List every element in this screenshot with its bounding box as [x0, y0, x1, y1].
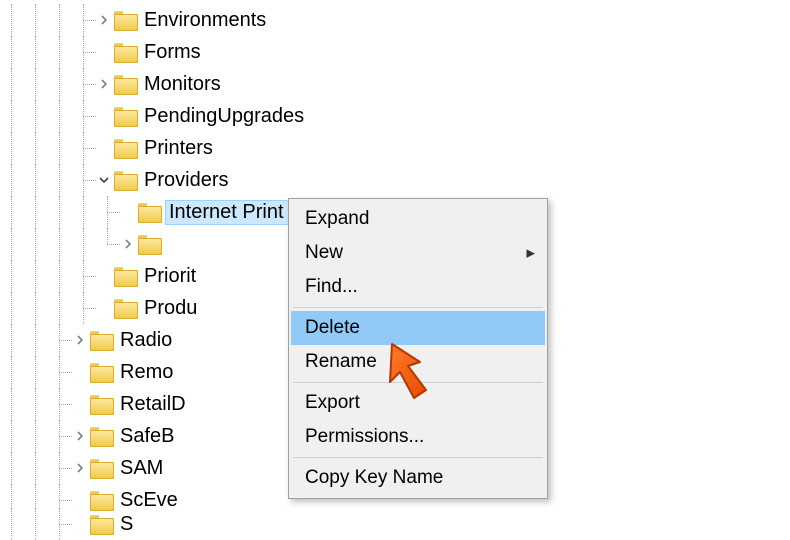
tree-item[interactable]: S: [0, 516, 790, 532]
folder-icon: [90, 515, 112, 533]
tree-item-label: Forms: [144, 41, 201, 64]
menu-item-expand[interactable]: Expand: [291, 202, 545, 236]
menu-item-find[interactable]: Find...: [291, 270, 545, 304]
chevron-right-icon[interactable]: [96, 76, 112, 92]
chevron-right-icon: [72, 396, 88, 412]
folder-icon: [138, 203, 160, 221]
chevron-right-icon: [96, 108, 112, 124]
menu-item-label: Delete: [305, 317, 360, 338]
menu-item-label: Copy Key Name: [305, 467, 443, 488]
context-menu: Expand New ▶ Find... Delete Rename Export Permi…: [288, 198, 548, 499]
tree-item-label: Remo: [120, 361, 173, 384]
folder-icon: [114, 139, 136, 157]
menu-item-label: Expand: [305, 208, 369, 229]
menu-item-copy-key-name[interactable]: Copy Key Name: [291, 461, 545, 495]
tree-item-label: Radio: [120, 329, 172, 352]
menu-item-export[interactable]: Export: [291, 386, 545, 420]
folder-icon: [114, 171, 136, 189]
tree-item[interactable]: Providers: [0, 164, 790, 196]
tree-item-label: Produ: [144, 297, 197, 320]
chevron-down-icon[interactable]: [96, 172, 112, 188]
folder-icon: [114, 75, 136, 93]
tree-item[interactable]: PendingUpgrades: [0, 100, 790, 132]
menu-item-label: Export: [305, 392, 360, 413]
chevron-right-icon: [96, 268, 112, 284]
chevron-right-icon[interactable]: [72, 332, 88, 348]
folder-icon: [114, 107, 136, 125]
tree-item-label: Priorit: [144, 265, 196, 288]
folder-icon: [114, 43, 136, 61]
tree-item-label: RetailD: [120, 393, 186, 416]
tree-item-label: S: [120, 513, 133, 536]
chevron-right-icon[interactable]: [120, 236, 136, 252]
folder-icon: [114, 11, 136, 29]
folder-icon: [90, 395, 112, 413]
chevron-right-icon[interactable]: [96, 12, 112, 28]
chevron-right-icon[interactable]: [72, 428, 88, 444]
menu-item-permissions[interactable]: Permissions...: [291, 420, 545, 454]
tree-item-label: Monitors: [144, 73, 221, 96]
chevron-right-icon: [96, 44, 112, 60]
chevron-right-icon: [72, 364, 88, 380]
tree-item[interactable]: Printers: [0, 132, 790, 164]
folder-icon: [90, 491, 112, 509]
tree-item-label: Environments: [144, 9, 266, 32]
chevron-right-icon: [96, 300, 112, 316]
chevron-right-icon: [96, 140, 112, 156]
menu-item-label: Find...: [305, 276, 358, 297]
folder-icon: [90, 459, 112, 477]
menu-item-label: Rename: [305, 351, 377, 372]
menu-separator: [293, 307, 543, 308]
tree-item-label: SAM: [120, 457, 163, 480]
chevron-right-icon: [72, 492, 88, 508]
folder-icon: [138, 235, 160, 253]
menu-item-new[interactable]: New ▶: [291, 236, 545, 270]
tree-item-label: ScEve: [120, 489, 178, 512]
menu-item-label: New: [305, 242, 343, 263]
chevron-right-icon: [120, 204, 136, 220]
tree-item-label: SafeB: [120, 425, 174, 448]
folder-icon: [90, 427, 112, 445]
tree-item-label: PendingUpgrades: [144, 105, 304, 128]
tree-item-label: Providers: [144, 169, 228, 192]
tree-item[interactable]: Forms: [0, 36, 790, 68]
chevron-right-icon: [72, 516, 88, 532]
chevron-right-icon: ▶: [527, 247, 535, 260]
folder-icon: [114, 299, 136, 317]
chevron-right-icon[interactable]: [72, 460, 88, 476]
menu-separator: [293, 457, 543, 458]
menu-item-rename[interactable]: Rename: [291, 345, 545, 379]
menu-item-delete[interactable]: Delete: [291, 311, 545, 345]
folder-icon: [114, 267, 136, 285]
folder-icon: [90, 331, 112, 349]
tree-item-label: Printers: [144, 137, 213, 160]
menu-separator: [293, 382, 543, 383]
folder-icon: [90, 363, 112, 381]
tree-item[interactable]: Environments: [0, 4, 790, 36]
menu-item-label: Permissions...: [305, 426, 424, 447]
tree-item[interactable]: Monitors: [0, 68, 790, 100]
